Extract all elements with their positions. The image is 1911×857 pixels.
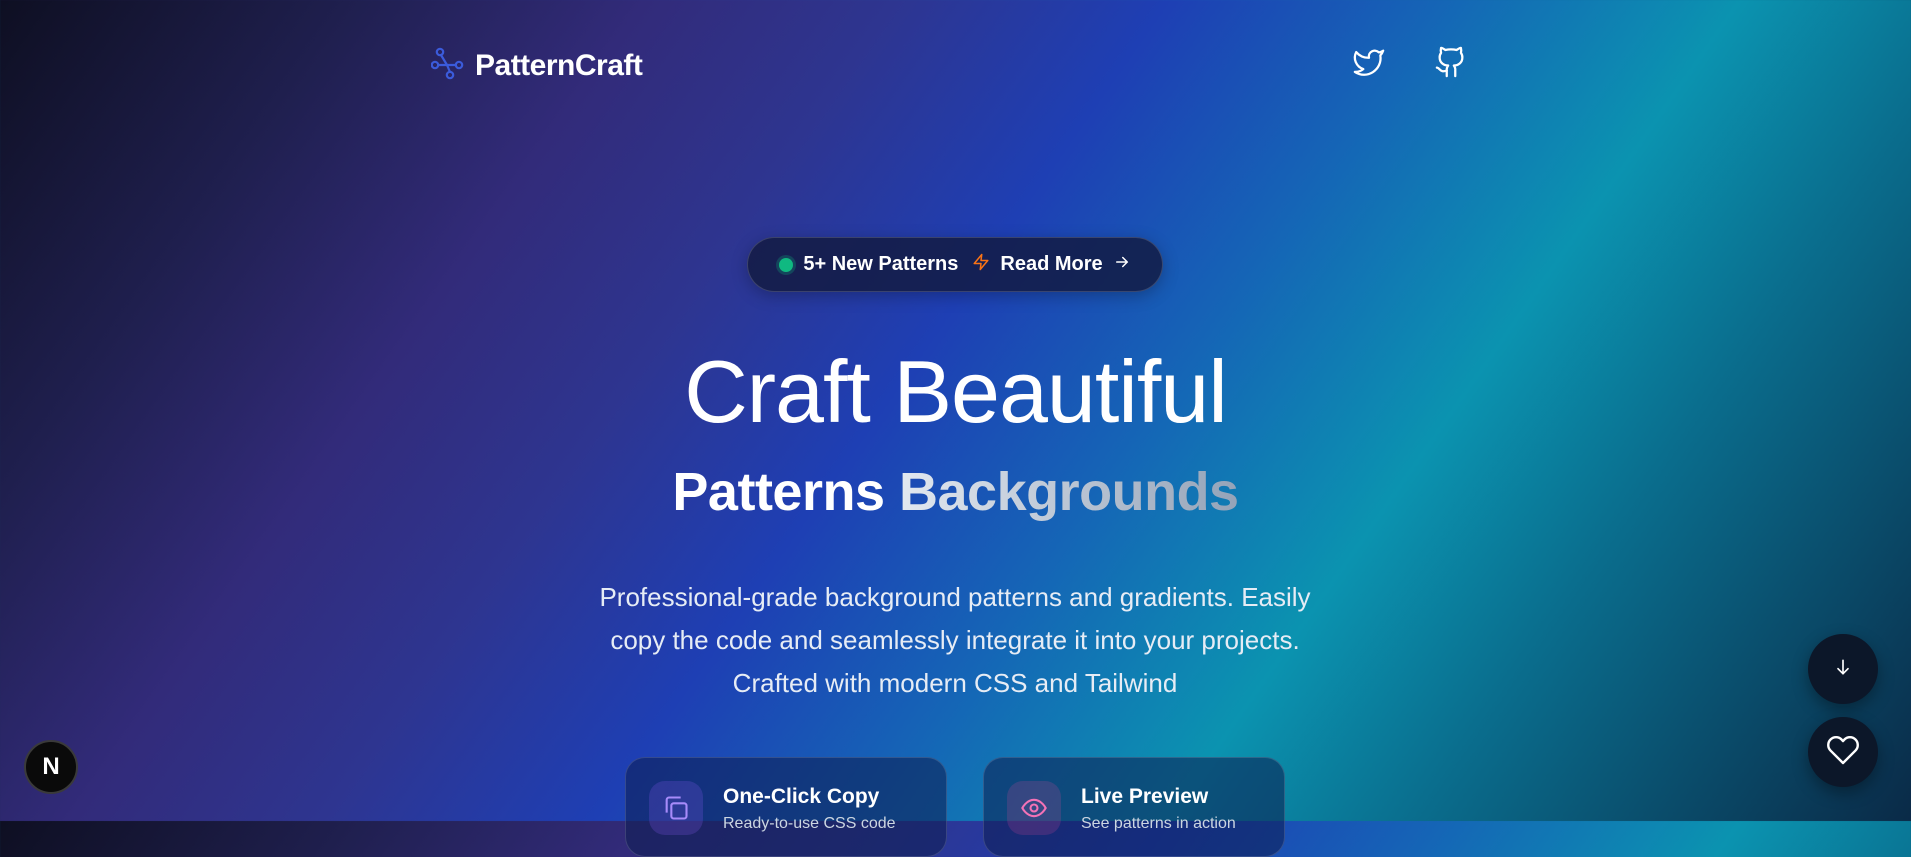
scroll-down-button[interactable] (1808, 634, 1878, 704)
twitter-icon (1352, 45, 1386, 84)
twitter-link[interactable] (1349, 44, 1389, 84)
github-icon (1434, 45, 1468, 84)
logo-text: PatternCraft (475, 48, 643, 82)
bolt-icon (972, 253, 990, 277)
logo-icon (430, 46, 465, 85)
copy-icon (649, 781, 703, 835)
new-patterns-text: 5+ New Patterns (803, 253, 959, 275)
logo[interactable]: PatternCraft (430, 46, 643, 85)
announcement-badge[interactable]: 5+ New Patterns Read More (747, 237, 1163, 292)
description-line: Professional-grade background patterns a… (599, 582, 1311, 612)
feature-card-copy: One-Click Copy Ready-to-use CSS code (625, 757, 947, 857)
hero-description: Professional-grade background patterns a… (540, 576, 1370, 705)
description-line: Crafted with modern CSS and Tailwind (732, 668, 1178, 698)
subtitle-backgrounds: Backgrounds (899, 462, 1239, 522)
eye-icon (1007, 781, 1061, 835)
arrow-right-icon (1113, 253, 1131, 277)
heart-icon (1826, 733, 1860, 772)
feature-subtitle: Ready-to-use CSS code (723, 815, 896, 832)
subtitle-patterns: Patterns (672, 462, 885, 522)
nextjs-badge[interactable]: N (24, 740, 78, 794)
github-link[interactable] (1431, 44, 1471, 84)
hero-title: Craft Beautiful (684, 342, 1228, 441)
site-header: PatternCraft (430, 42, 1480, 88)
read-more-link[interactable]: Read More (1000, 253, 1102, 276)
hero-subtitle: Patterns Backgrounds (0, 465, 1911, 519)
feature-subtitle: See patterns in action (1081, 815, 1236, 832)
feature-title: Live Preview (1081, 785, 1209, 808)
feature-card-preview: Live Preview See patterns in action (983, 757, 1285, 857)
favorite-button[interactable] (1808, 717, 1878, 787)
description-line: copy the code and seamlessly integrate i… (610, 625, 1300, 655)
status-dot (779, 257, 794, 272)
feature-title: One-Click Copy (723, 785, 880, 808)
arrow-down-icon (1833, 657, 1853, 682)
